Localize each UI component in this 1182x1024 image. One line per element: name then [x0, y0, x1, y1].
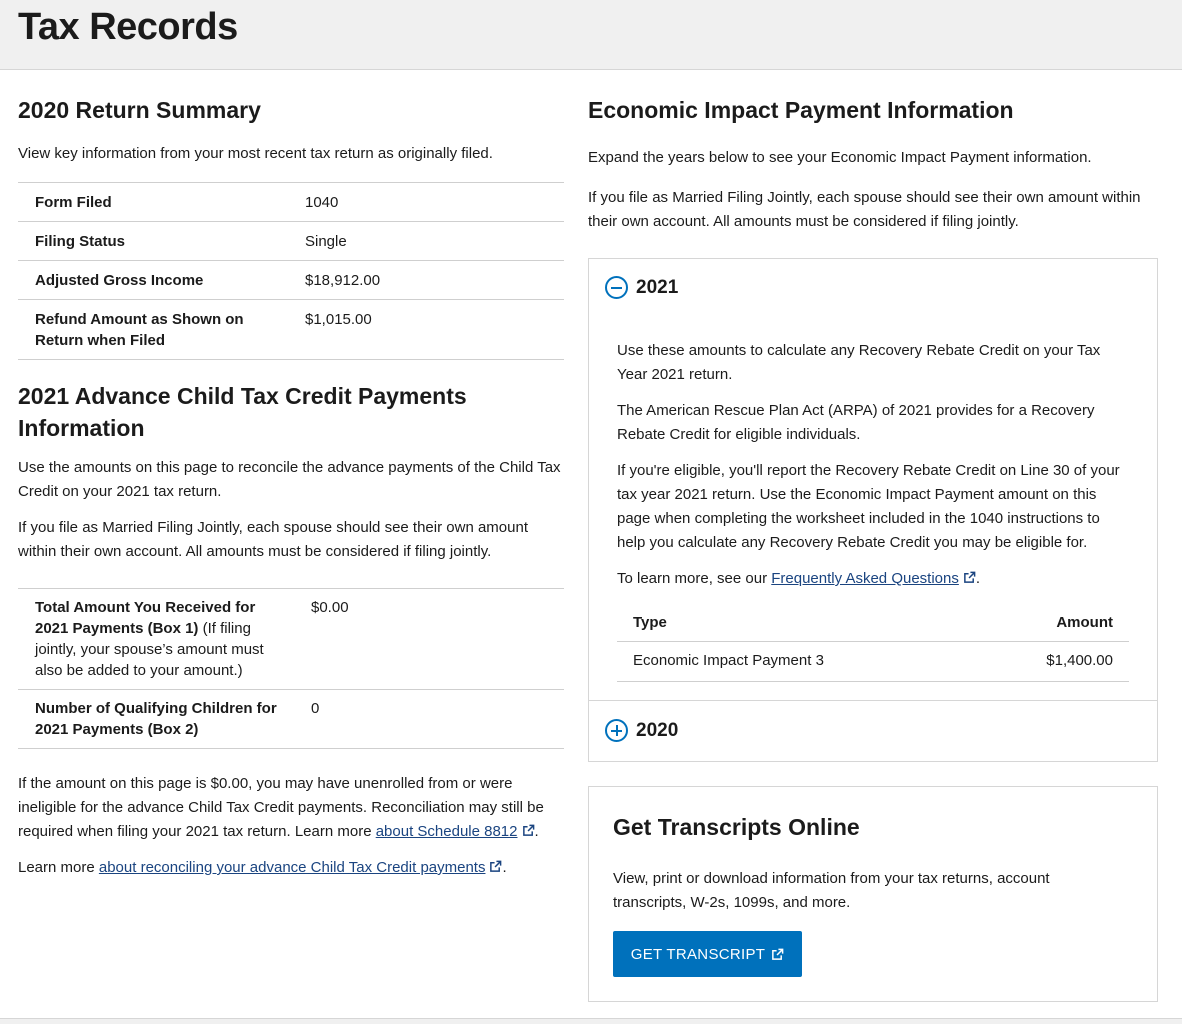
accordion-divider — [589, 700, 1157, 701]
row-value: $1,015.00 — [305, 299, 564, 360]
joint-filing-description: If you file as Married Filing Jointly, e… — [18, 519, 528, 560]
table-row: Filing Status Single — [18, 221, 564, 261]
return-summary-title: 2020 Return Summary — [18, 97, 261, 123]
table-row: Total Amount You Received for 2021 Payme… — [18, 588, 564, 690]
accordion-year-label: 2021 — [636, 276, 679, 298]
row-value: 1040 — [305, 182, 564, 222]
transcripts-card: Get Transcripts Online View, print or do… — [588, 786, 1158, 1002]
faq-link[interactable]: Frequently Asked Questions — [771, 570, 976, 587]
row-value: 0 — [311, 689, 564, 749]
row-label: Adjusted Gross Income — [18, 260, 305, 300]
child-tax-credit-table: Total Amount You Received for 2021 Payme… — [18, 588, 564, 749]
row-label-text: Number of Qualifying Children for 2021 P… — [35, 700, 277, 738]
return-summary-table: Form Filed 1040 Filing Status Single Adj… — [18, 182, 564, 360]
external-link-icon — [772, 948, 784, 960]
row-value: Single — [305, 221, 564, 261]
child-tax-credit-title: 2021 Advance Child Tax Credit Payments I… — [18, 383, 467, 441]
external-link-icon — [522, 824, 534, 836]
transcripts-description: View, print or download information from… — [613, 870, 1050, 911]
payment-type: Economic Impact Payment 3 — [617, 641, 972, 682]
row-label: Filing Status — [18, 221, 305, 261]
reconcile-payments-link[interactable]: about reconciling your advance Child Tax… — [99, 859, 503, 876]
row-label: Refund Amount as Shown on Return when Fi… — [18, 299, 305, 360]
faq-note: To learn more, see our Frequently Asked … — [617, 567, 1129, 591]
accordion-panel-2021: Use these amounts to calculate any Recov… — [617, 339, 1129, 603]
table-row: Refund Amount as Shown on Return when Fi… — [18, 299, 564, 360]
panel-paragraph: If you're eligible, you'll report the Re… — [617, 462, 1120, 551]
external-link-icon — [963, 571, 976, 583]
payment-amount: $1,400.00 — [971, 641, 1129, 682]
table-row: Form Filed 1040 — [18, 182, 564, 222]
row-label: Form Filed — [18, 182, 305, 222]
note-text: Learn more — [18, 859, 99, 876]
schedule-8812-link[interactable]: about Schedule 8812 — [376, 823, 535, 840]
table-row: Adjusted Gross Income $18,912.00 — [18, 260, 564, 300]
button-label: GET TRANSCRIPT — [630, 945, 766, 963]
table-row: Number of Qualifying Children for 2021 P… — [18, 689, 564, 749]
accordion-toggle-2021[interactable]: 2021 — [605, 276, 678, 299]
table-row: Economic Impact Payment 3 $1,400.00 — [617, 641, 1129, 682]
accordion-year-label: 2020 — [636, 719, 679, 741]
panel-paragraph: Use these amounts to calculate any Recov… — [617, 342, 1101, 383]
note-text: To learn more, see our — [617, 570, 772, 587]
child-tax-credit-description: Use the amounts on this page to reconcil… — [18, 459, 561, 500]
eip-joint-description: If you file as Married Filing Jointly, e… — [588, 189, 1141, 230]
minus-circle-icon — [605, 276, 628, 299]
row-label: Number of Qualifying Children for 2021 P… — [18, 689, 311, 749]
table-header-row: Type Amount — [617, 602, 1129, 642]
row-value: $0.00 — [311, 588, 564, 690]
page-header: Tax Records — [0, 0, 1182, 70]
external-link-icon — [490, 860, 502, 872]
panel-paragraph: The American Rescue Plan Act (ARPA) of 2… — [617, 402, 1095, 443]
column-header-amount: Amount — [971, 602, 1129, 642]
get-transcript-button[interactable]: GET TRANSCRIPT — [613, 931, 802, 977]
accordion-toggle-2020[interactable]: 2020 — [605, 719, 678, 742]
reconcile-note: Learn more about reconciling your advanc… — [18, 856, 564, 880]
link-text[interactable]: Frequently Asked Questions — [771, 570, 959, 587]
eip-title: Economic Impact Payment Information — [588, 97, 1014, 123]
link-text[interactable]: about Schedule 8812 — [376, 823, 518, 840]
eip-table: Type Amount Economic Impact Payment 3 $1… — [617, 602, 1129, 682]
return-summary-description: View key information from your most rece… — [18, 145, 493, 162]
eip-accordion: 2021 Use these amounts to calculate any … — [588, 258, 1158, 762]
note-end: . — [534, 823, 539, 840]
plus-circle-icon — [605, 719, 628, 742]
column-header-type: Type — [617, 602, 972, 642]
unenrolled-note: If the amount on this page is $0.00, you… — [18, 772, 564, 844]
link-text[interactable]: about reconciling your advance Child Tax… — [99, 859, 486, 876]
transcripts-title: Get Transcripts Online — [613, 814, 860, 840]
row-label: Total Amount You Received for 2021 Payme… — [18, 588, 311, 690]
page-title: Tax Records — [18, 6, 238, 48]
eip-description: Expand the years below to see your Econo… — [588, 149, 1092, 166]
footer-divider — [0, 1018, 1182, 1024]
note-end: . — [502, 859, 507, 876]
note-end: . — [975, 570, 981, 587]
row-value: $18,912.00 — [305, 260, 564, 300]
